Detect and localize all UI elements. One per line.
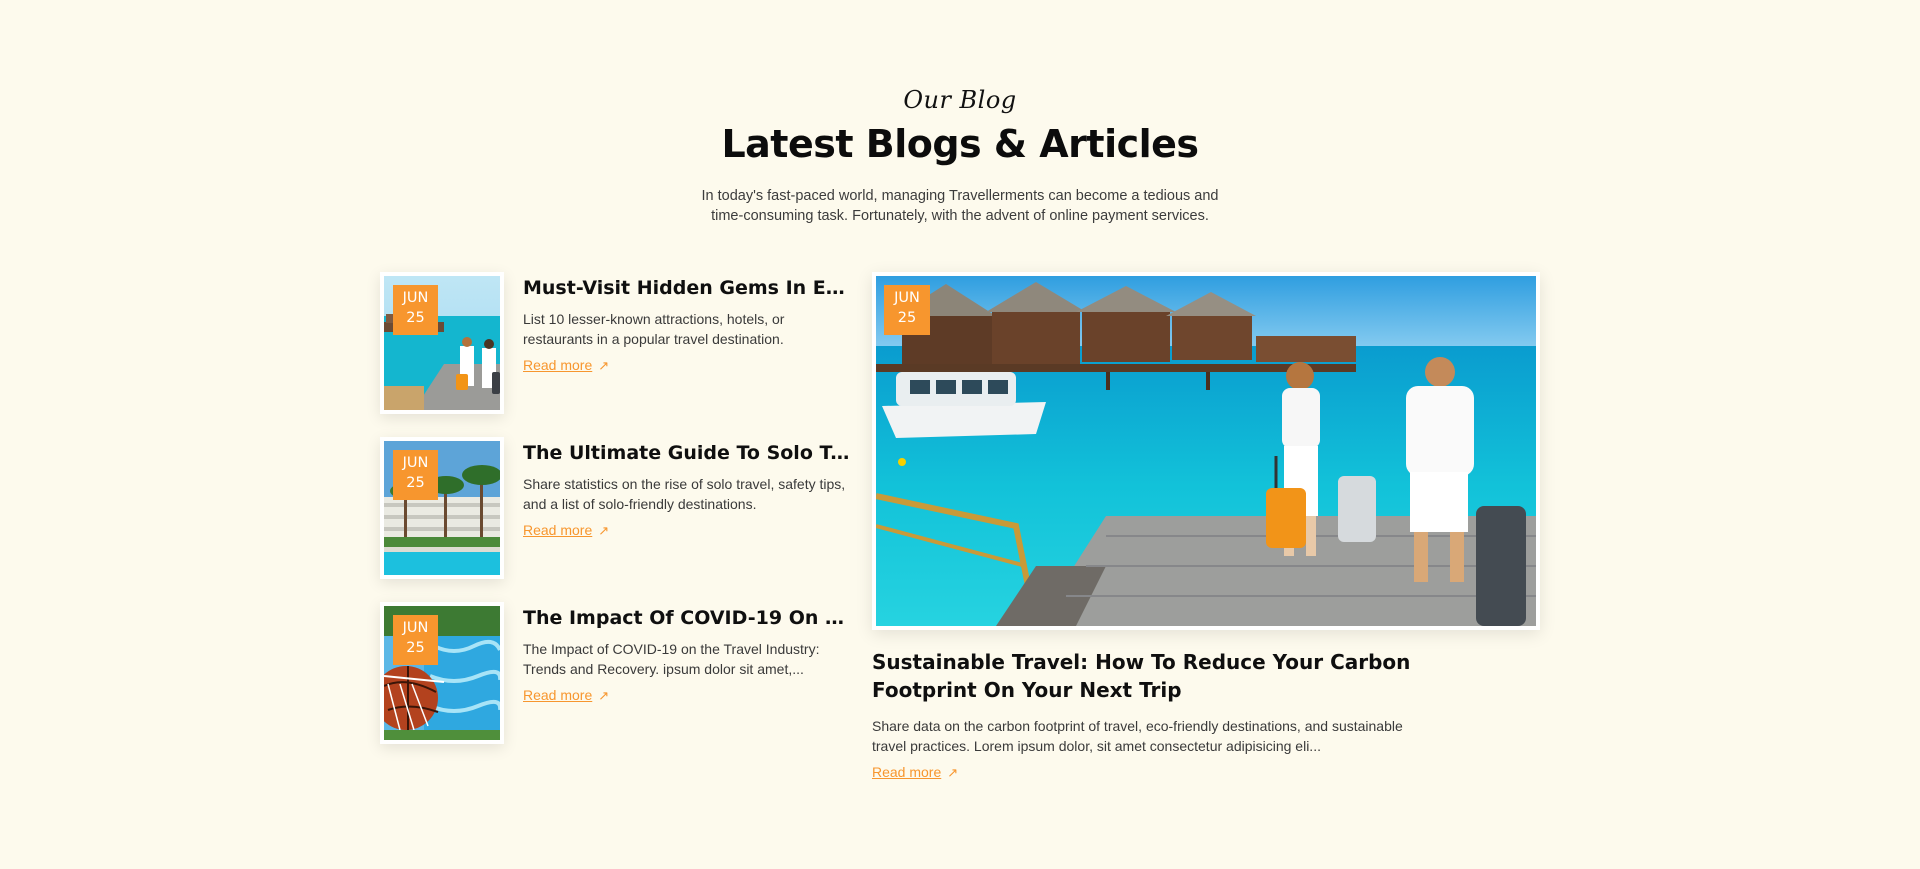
featured-image xyxy=(876,276,1536,626)
read-more-link[interactable]: Read more ↗ xyxy=(523,687,609,704)
date-month: JUN xyxy=(402,620,429,636)
arrow-up-right-icon: ↗ xyxy=(598,358,610,373)
read-more-label: Read more xyxy=(872,764,942,780)
date-day: 25 xyxy=(406,310,425,326)
date-day: 25 xyxy=(406,640,425,656)
read-more-link[interactable]: Read more ↗ xyxy=(872,764,958,781)
date-day: 25 xyxy=(897,310,917,326)
section-title: Latest Blogs & Articles xyxy=(721,122,1199,166)
date-badge: JUN 25 xyxy=(393,615,438,665)
blog-card: JUN 25 The Impact Of COVID-19 On The... … xyxy=(380,602,860,748)
read-more-label: Read more xyxy=(523,522,593,538)
blog-card-excerpt: List 10 lesser-known attractions, hotels… xyxy=(523,311,785,347)
blog-card-thumbnail[interactable]: JUN 25 xyxy=(380,437,504,579)
featured-thumbnail[interactable]: JUN 25 xyxy=(872,272,1540,630)
blog-card-title[interactable]: Must-Visit Hidden Gems In Egipt xyxy=(523,273,853,303)
featured-excerpt: Share data on the carbon footprint of tr… xyxy=(872,718,1403,754)
date-day: 25 xyxy=(406,475,425,491)
section-subtitle: In today's fast-paced world, managing Tr… xyxy=(701,188,1219,224)
arrow-up-right-icon: ↗ xyxy=(947,765,959,780)
arrow-up-right-icon: ↗ xyxy=(598,688,610,703)
blog-card: JUN 25 Must-Visit Hidden Gems In Egipt L… xyxy=(380,272,860,418)
read-more-label: Read more xyxy=(523,687,593,703)
featured-blog-card: JUN 25 Sustainable Travel: How To Reduce… xyxy=(872,272,1540,782)
read-more-link[interactable]: Read more ↗ xyxy=(523,522,609,539)
blog-card-title[interactable]: The Ultimate Guide To Solo Travel:... xyxy=(523,438,853,468)
blog-card-excerpt: The Impact of COVID-19 on the Travel Ind… xyxy=(523,641,820,677)
read-more-label: Read more xyxy=(523,357,593,373)
date-badge: JUN 25 xyxy=(393,450,438,500)
date-month: JUN xyxy=(402,290,429,306)
date-month: JUN xyxy=(402,455,429,471)
blog-card-excerpt: Share statistics on the rise of solo tra… xyxy=(523,476,846,512)
date-badge: JUN 25 xyxy=(393,285,438,335)
read-more-link[interactable]: Read more ↗ xyxy=(523,357,609,374)
date-badge: JUN 25 xyxy=(884,285,930,335)
blog-card-title[interactable]: The Impact Of COVID-19 On The... xyxy=(523,603,853,633)
blog-card-thumbnail[interactable]: JUN 25 xyxy=(380,602,504,744)
blog-card-thumbnail[interactable]: JUN 25 xyxy=(380,272,504,414)
date-month: JUN xyxy=(894,290,920,306)
arrow-up-right-icon: ↗ xyxy=(598,523,610,538)
blog-card: JUN 25 The Ultimate Guide To Solo Travel… xyxy=(380,437,860,583)
section-eyebrow: Our Blog xyxy=(903,86,1017,114)
featured-title[interactable]: Sustainable Travel: How To Reduce Your C… xyxy=(872,648,1432,704)
